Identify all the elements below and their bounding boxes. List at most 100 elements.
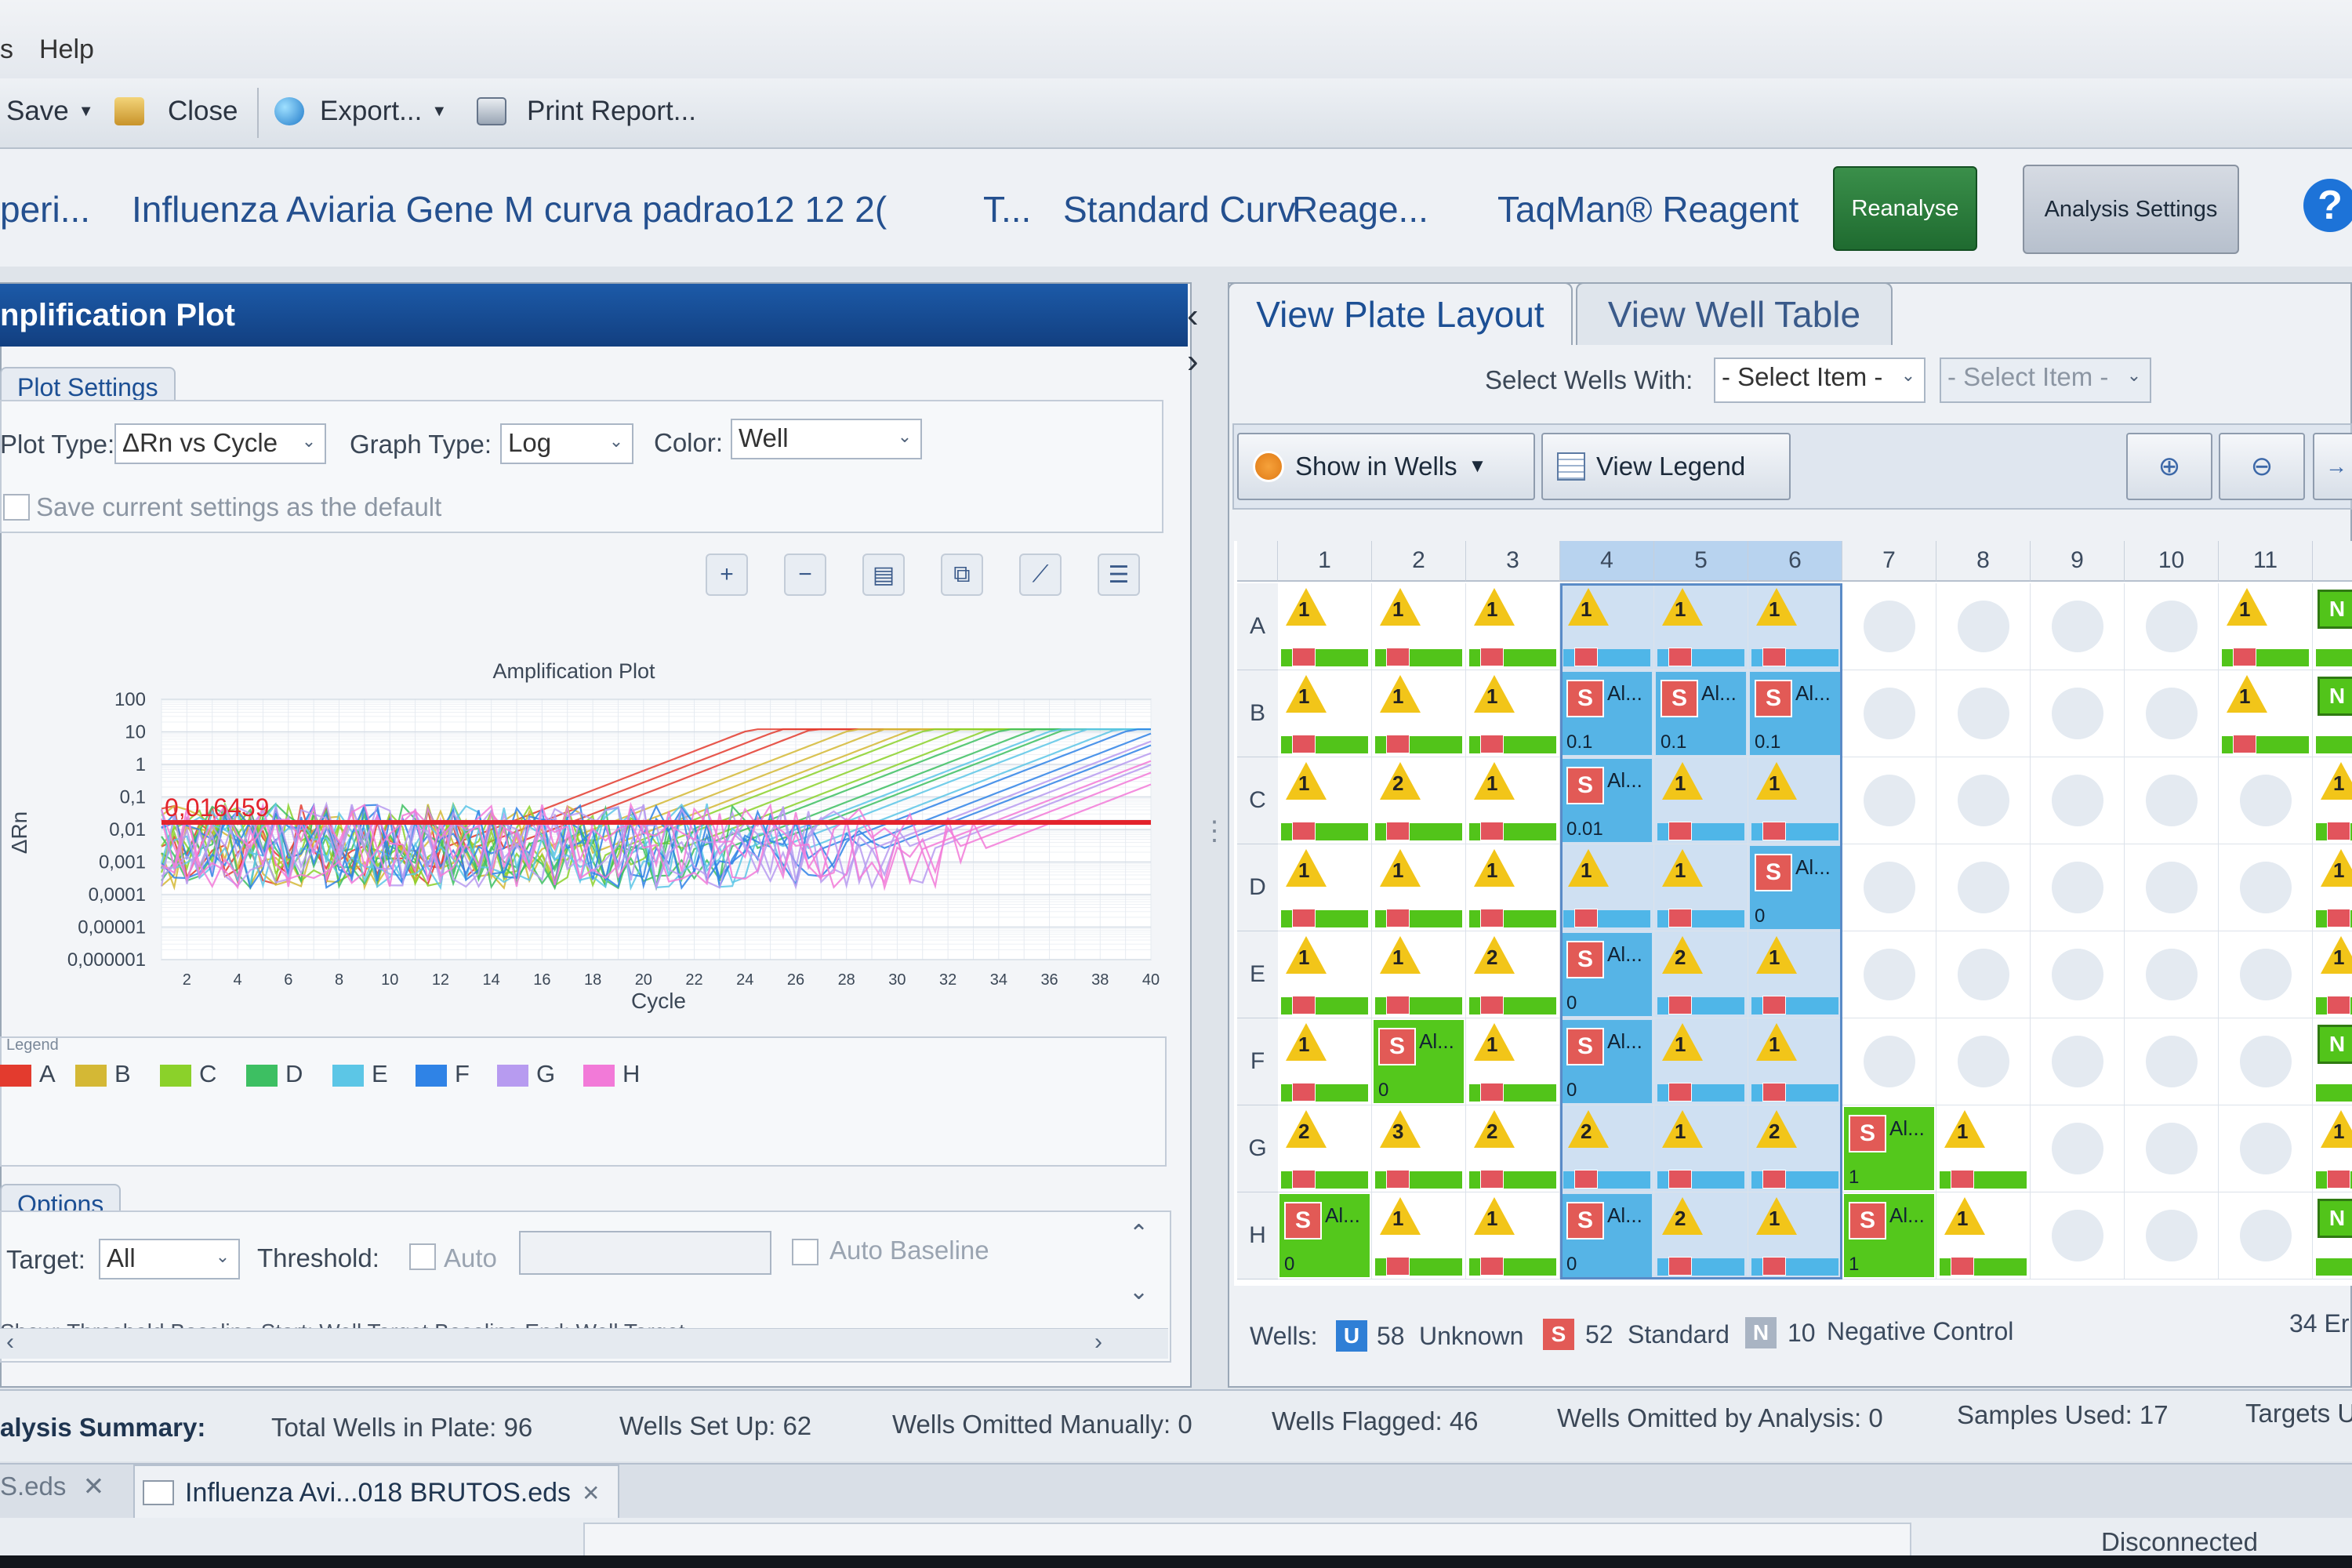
empty-well[interactable]: [2031, 1105, 2125, 1192]
well[interactable]: 2: [1372, 757, 1466, 844]
empty-well[interactable]: [1842, 670, 1936, 757]
empty-well[interactable]: [2125, 1018, 2219, 1105]
well[interactable]: 1: [1466, 670, 1560, 757]
scroll-left-icon[interactable]: ‹: [6, 1329, 14, 1356]
well[interactable]: N: [2313, 1192, 2352, 1279]
print-report-button[interactable]: Print Report...: [477, 96, 696, 127]
column-header-4[interactable]: 4: [1560, 541, 1654, 582]
well[interactable]: S Al... 0: [1372, 1018, 1466, 1105]
column-header-8[interactable]: 8: [1936, 541, 2031, 582]
well[interactable]: 2: [1278, 1105, 1372, 1192]
splitter-handle[interactable]: ⋮: [1201, 815, 1228, 847]
column-header-5[interactable]: 5: [1654, 541, 1748, 582]
color-select[interactable]: Well ⌄: [731, 419, 922, 459]
empty-well[interactable]: [2125, 1105, 2219, 1192]
copy-plot-icon[interactable]: ⧉: [941, 554, 983, 596]
fit-plate-button[interactable]: →: [2313, 433, 2352, 500]
empty-well[interactable]: [2125, 757, 2219, 844]
empty-well[interactable]: [2125, 931, 2219, 1018]
well[interactable]: 1: [2313, 757, 2352, 844]
column-header-3[interactable]: 3: [1466, 541, 1560, 582]
empty-well[interactable]: [2031, 1192, 2125, 1279]
zoom-in-icon[interactable]: +: [706, 554, 748, 596]
collapse-left-icon[interactable]: ‹: [1187, 296, 1199, 336]
select-wells-dropdown-2[interactable]: - Select Item - ⌄: [1940, 358, 2151, 403]
well[interactable]: 1: [1466, 1192, 1560, 1279]
auto-threshold-checkbox[interactable]: [409, 1243, 436, 1270]
expand-right-icon[interactable]: ›: [1187, 342, 1199, 381]
well[interactable]: N: [2313, 583, 2352, 670]
plot-type-select[interactable]: ΔRn vs Cycle ⌄: [114, 423, 326, 464]
well[interactable]: 1: [1372, 583, 1466, 670]
empty-well[interactable]: [2219, 1018, 2313, 1105]
show-in-wells-button[interactable]: Show in Wells ▼: [1237, 433, 1535, 500]
empty-well[interactable]: [2031, 670, 2125, 757]
empty-well[interactable]: [1936, 1018, 2031, 1105]
column-header-1[interactable]: 1: [2313, 541, 2352, 582]
well[interactable]: S Al... 0: [1278, 1192, 1372, 1279]
close-tab-icon[interactable]: ✕: [582, 1480, 600, 1506]
empty-well[interactable]: [1842, 844, 1936, 931]
reanalyse-button[interactable]: Reanalyse: [1833, 166, 1977, 251]
empty-well[interactable]: [1936, 844, 2031, 931]
well[interactable]: 3: [1372, 1105, 1466, 1192]
well[interactable]: 2: [1466, 931, 1560, 1018]
well[interactable]: 1: [2219, 583, 2313, 670]
empty-well[interactable]: [2219, 844, 2313, 931]
empty-well[interactable]: [2219, 1105, 2313, 1192]
well[interactable]: 1: [1372, 844, 1466, 931]
horizontal-scrollbar[interactable]: ‹ ›: [0, 1328, 1168, 1359]
column-header-7[interactable]: 7: [1842, 541, 1936, 582]
empty-well[interactable]: [1842, 1018, 1936, 1105]
well[interactable]: 1: [1278, 757, 1372, 844]
close-button[interactable]: Close: [114, 96, 238, 127]
empty-well[interactable]: [2031, 757, 2125, 844]
column-header-6[interactable]: 6: [1748, 541, 1842, 582]
amplification-chart[interactable]: Amplification Plot Cycle ΔRn 100 10 1 0,1 0,…: [0, 651, 1176, 1019]
well[interactable]: 1: [1278, 583, 1372, 670]
well[interactable]: 2: [1466, 1105, 1560, 1192]
empty-well[interactable]: [2031, 1018, 2125, 1105]
well[interactable]: 1: [1466, 844, 1560, 931]
row-header-A[interactable]: A: [1237, 583, 1278, 670]
threshold-input[interactable]: [519, 1231, 771, 1275]
empty-well[interactable]: [1936, 931, 2031, 1018]
well[interactable]: 1: [1466, 583, 1560, 670]
scroll-up-icon[interactable]: ⌃: [1129, 1220, 1149, 1247]
row-header-D[interactable]: D: [1237, 844, 1278, 931]
list-view-icon[interactable]: ☰: [1098, 554, 1140, 596]
well[interactable]: 1: [1466, 1018, 1560, 1105]
well[interactable]: N: [2313, 670, 2352, 757]
row-header-C[interactable]: C: [1237, 757, 1278, 844]
close-tab-icon[interactable]: ✕: [83, 1472, 105, 1501]
well[interactable]: 1: [2313, 1105, 2352, 1192]
empty-well[interactable]: [1842, 583, 1936, 670]
menu-item-help[interactable]: Help: [39, 34, 94, 65]
well[interactable]: 1: [2313, 844, 2352, 931]
empty-well[interactable]: [2031, 931, 2125, 1018]
empty-well[interactable]: [2125, 1192, 2219, 1279]
print-plot-icon[interactable]: ▤: [862, 554, 905, 596]
column-header-1[interactable]: 1: [1278, 541, 1372, 582]
auto-baseline-checkbox[interactable]: [792, 1239, 818, 1265]
well[interactable]: 1: [1372, 1192, 1466, 1279]
well[interactable]: 1: [1936, 1105, 2031, 1192]
empty-well[interactable]: [2219, 1192, 2313, 1279]
row-header-F[interactable]: F: [1237, 1018, 1278, 1105]
well[interactable]: S Al... 1: [1842, 1192, 1936, 1279]
tab-view-plate-layout[interactable]: View Plate Layout: [1228, 282, 1573, 345]
menu-item-partial[interactable]: s: [0, 34, 13, 65]
well[interactable]: 1: [1278, 931, 1372, 1018]
save-default-checkbox[interactable]: [3, 494, 30, 521]
well[interactable]: 1: [2313, 931, 2352, 1018]
column-header-9[interactable]: 9: [2031, 541, 2125, 582]
column-header-10[interactable]: 10: [2125, 541, 2219, 582]
empty-well[interactable]: [1936, 583, 2031, 670]
view-legend-button[interactable]: View Legend: [1541, 433, 1791, 500]
empty-well[interactable]: [1842, 931, 1936, 1018]
chart-options-icon[interactable]: ⟋: [1019, 554, 1062, 596]
zoom-in-plate-button[interactable]: ⊕: [2126, 433, 2212, 500]
column-header-2[interactable]: 2: [1372, 541, 1466, 582]
empty-well[interactable]: [1936, 670, 2031, 757]
well[interactable]: 1: [1466, 757, 1560, 844]
